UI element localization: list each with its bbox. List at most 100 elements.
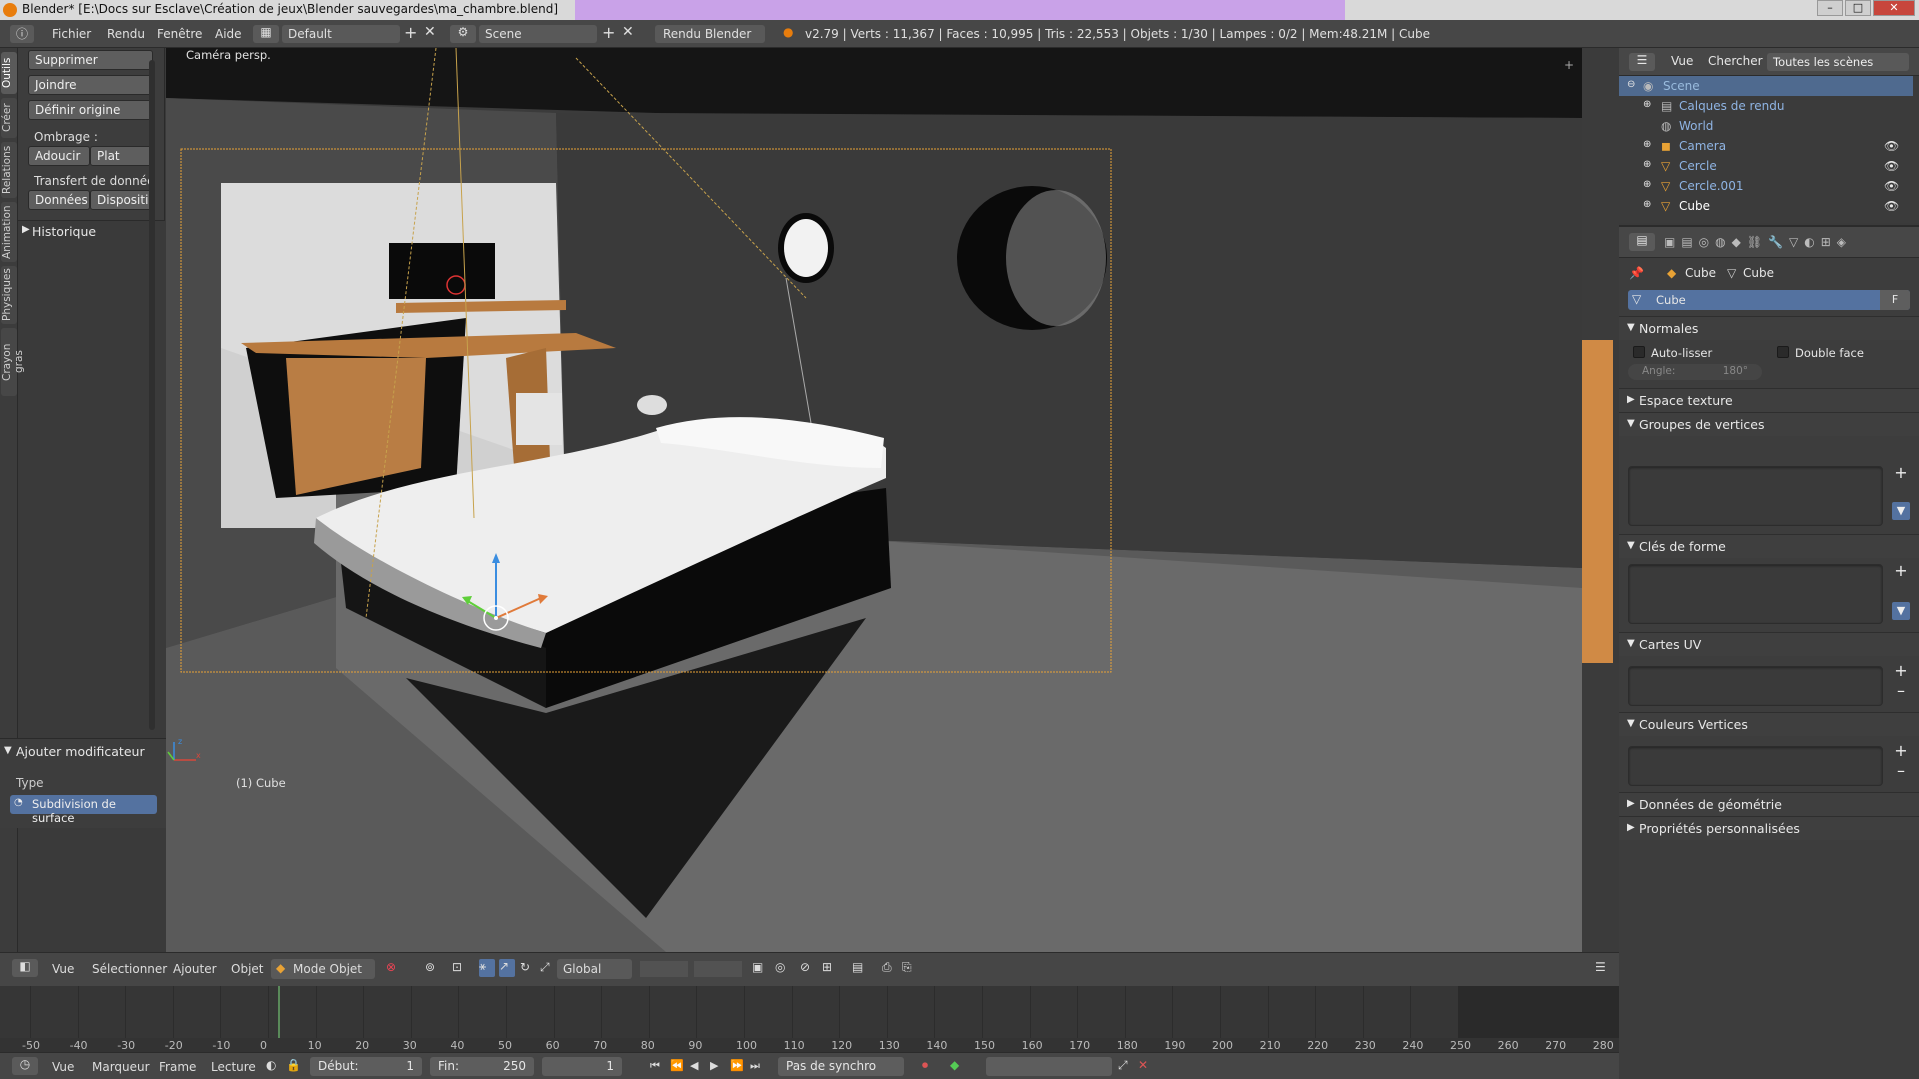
sync-select[interactable]: Pas de synchro bbox=[778, 1057, 904, 1076]
expand-icon[interactable]: ⊕ bbox=[1643, 179, 1651, 190]
jump-end-icon[interactable]: ⏭ bbox=[750, 1059, 760, 1073]
tab-physiques[interactable]: Physiques bbox=[1, 266, 17, 324]
orientation-select[interactable]: Global bbox=[557, 959, 632, 979]
fake-user-button[interactable]: F bbox=[1880, 290, 1910, 310]
tab-crayon-gras[interactable]: Crayon gras bbox=[1, 328, 25, 396]
outliner-item-cercle[interactable]: ⊕ ▽ Cercle 👁 bbox=[1619, 156, 1913, 176]
plat-button[interactable]: Plat bbox=[90, 146, 153, 166]
menu-outliner-vue[interactable]: Vue bbox=[1671, 54, 1693, 68]
outliner-item-scene[interactable]: ⊖ ◉ Scene bbox=[1619, 76, 1913, 96]
maximize-button[interactable]: □ bbox=[1845, 0, 1871, 16]
keying-set-field[interactable] bbox=[986, 1057, 1112, 1076]
mode-select[interactable]: Mode Objet bbox=[271, 959, 375, 979]
menu-selectionner[interactable]: Sélectionner bbox=[92, 962, 167, 976]
remove-uv-map-button[interactable]: – bbox=[1892, 682, 1910, 700]
double-face-checkbox[interactable] bbox=[1777, 346, 1789, 358]
remove-scene-icon[interactable]: ✕ bbox=[622, 24, 634, 40]
definir-origine-button[interactable]: Définir origine bbox=[28, 100, 153, 120]
groupes-vertices-panel-header[interactable]: Groupes de vertices ▼ bbox=[1619, 412, 1919, 436]
snap-element-icon[interactable]: ⊘ bbox=[800, 960, 810, 974]
donnees-button[interactable]: Données bbox=[28, 190, 90, 210]
timeline-playhead[interactable] bbox=[278, 986, 280, 1038]
add-scene-icon[interactable]: + bbox=[602, 23, 615, 42]
modifier-type-select[interactable]: Subdivision de surface bbox=[32, 797, 157, 825]
data-name-field[interactable]: Cube bbox=[1656, 293, 1686, 307]
play-icon[interactable]: ▶ bbox=[710, 1059, 718, 1072]
editor-type-outliner-icon[interactable]: ☰ bbox=[1629, 53, 1655, 71]
menu-fenetre[interactable]: Fenêtre bbox=[157, 27, 202, 41]
scene-field[interactable]: Scene bbox=[479, 25, 597, 43]
visibility-eye-icon[interactable]: 👁 bbox=[1884, 199, 1899, 213]
menu-frame[interactable]: Frame bbox=[159, 1060, 196, 1074]
lock-icon[interactable]: 🔒 bbox=[286, 1058, 301, 1072]
visibility-eye-icon[interactable]: 👁 bbox=[1884, 179, 1899, 193]
jump-keyframe-back-icon[interactable]: ⏪ bbox=[670, 1059, 684, 1072]
outliner-item-cube[interactable]: ⊕ ▽ Cube 👁 bbox=[1619, 196, 1913, 216]
3d-viewport[interactable]: z x Caméra persp. (1) Cube + bbox=[166, 48, 1582, 952]
menu-chercher[interactable]: Chercher bbox=[1708, 54, 1763, 68]
scene-icon[interactable]: ⚙ bbox=[450, 25, 476, 43]
menu-lecture[interactable]: Lecture bbox=[211, 1060, 256, 1074]
outliner-item-cercle-001[interactable]: ⊕ ▽ Cercle.001 👁 bbox=[1619, 176, 1913, 196]
uv-maps-list[interactable] bbox=[1628, 666, 1883, 706]
timeline-area[interactable]: -50 -40 -30 -20 -10 0 10 20 30 40 50 60 70 80 90 100 110… bbox=[0, 986, 1619, 1052]
tab-creer[interactable]: Créer bbox=[1, 98, 17, 138]
menu-objet[interactable]: Objet bbox=[231, 962, 263, 976]
historique-panel-header[interactable]: Historique ▶ bbox=[18, 220, 165, 240]
menu-ajouter[interactable]: Ajouter bbox=[173, 962, 217, 976]
vertex-group-specials-button[interactable]: ▼ bbox=[1892, 502, 1910, 520]
remove-vertex-color-button[interactable]: – bbox=[1892, 762, 1910, 780]
visibility-eye-icon[interactable]: 👁 bbox=[1884, 159, 1899, 173]
menu-vue[interactable]: Vue bbox=[52, 962, 74, 976]
shape-key-specials-button[interactable]: ▼ bbox=[1892, 602, 1910, 620]
preview-range-icon[interactable]: ◐ bbox=[266, 1058, 276, 1072]
add-vertex-color-button[interactable]: + bbox=[1892, 742, 1910, 760]
expand-icon[interactable]: ⊕ bbox=[1643, 199, 1651, 210]
play-reverse-icon[interactable]: ◀ bbox=[690, 1059, 698, 1072]
rotate-icon[interactable]: ↻ bbox=[520, 960, 530, 974]
proportional-icon[interactable]: ◎ bbox=[775, 960, 785, 974]
insert-keyframe-icon[interactable]: ⤢ bbox=[1118, 1058, 1128, 1073]
snap-target-icon[interactable]: ⊞ bbox=[822, 960, 832, 974]
visibility-eye-icon[interactable]: 👁 bbox=[1884, 139, 1899, 153]
menu-rendu[interactable]: Rendu bbox=[107, 27, 145, 41]
menu-marqueur[interactable]: Marqueur bbox=[92, 1060, 150, 1074]
expand-icon[interactable]: ⊕ bbox=[1643, 159, 1651, 170]
jump-start-icon[interactable]: ⏮ bbox=[650, 1059, 660, 1073]
delete-keyframe-icon[interactable]: ✕ bbox=[1138, 1058, 1148, 1072]
header-menu-icon[interactable]: ☰ bbox=[1595, 960, 1606, 974]
opengl-render-icon[interactable]: ⎙ bbox=[882, 960, 892, 975]
menu-fichier[interactable]: Fichier bbox=[52, 27, 91, 41]
layout-icon[interactable]: ▦ bbox=[253, 25, 279, 43]
editor-type-timeline-icon[interactable]: ◷ bbox=[12, 1057, 38, 1075]
supprimer-button[interactable]: Supprimer bbox=[28, 50, 153, 70]
tab-outils[interactable]: Outils bbox=[1, 52, 17, 94]
vertex-colors-list[interactable] bbox=[1628, 746, 1883, 786]
add-layout-icon[interactable]: + bbox=[404, 23, 417, 42]
joindre-button[interactable]: Joindre bbox=[28, 75, 153, 95]
jump-keyframe-forward-icon[interactable]: ⏩ bbox=[730, 1059, 744, 1072]
outliner-item-camera[interactable]: ⊕ ◼ Camera 👁 bbox=[1619, 136, 1913, 156]
couleurs-vertices-panel-header[interactable]: Couleurs Vertices ▼ bbox=[1619, 712, 1919, 736]
auto-lisser-checkbox[interactable] bbox=[1633, 346, 1645, 358]
outliner-item-render-layers[interactable]: ⊕ ▤ Calques de rendu bbox=[1619, 96, 1913, 116]
editor-type-icon[interactable]: ⓘ bbox=[10, 25, 34, 43]
layout-field[interactable]: Default bbox=[282, 25, 400, 43]
render-engine-select[interactable]: Rendu Blender bbox=[655, 25, 765, 43]
adoucir-button[interactable]: Adoucir bbox=[28, 146, 90, 166]
espace-texture-panel-header[interactable]: Espace texture ▶ bbox=[1619, 388, 1919, 412]
remove-layout-icon[interactable]: ✕ bbox=[424, 24, 436, 40]
normales-panel-header[interactable]: Normales ▼ bbox=[1619, 316, 1919, 340]
menu-timeline-vue[interactable]: Vue bbox=[52, 1060, 74, 1074]
layer-buttons-a[interactable] bbox=[640, 961, 688, 977]
cartes-uv-panel-header[interactable]: Cartes UV ▼ bbox=[1619, 632, 1919, 656]
record-icon[interactable]: ⏺ bbox=[922, 1058, 928, 1073]
shading-icon[interactable]: ⊗ bbox=[386, 960, 396, 974]
expand-icon[interactable]: ⊖ bbox=[1627, 79, 1635, 90]
menu-aide[interactable]: Aide bbox=[215, 27, 242, 41]
translate-icon[interactable]: ↗ bbox=[499, 959, 515, 977]
mesh-datablock-field[interactable]: ▽ Cube F bbox=[1628, 290, 1910, 310]
display-mode-select[interactable]: Toutes les scènes bbox=[1767, 53, 1909, 71]
shape-keys-list[interactable] bbox=[1628, 564, 1883, 624]
angle-slider[interactable]: Angle: 180° bbox=[1628, 364, 1762, 380]
